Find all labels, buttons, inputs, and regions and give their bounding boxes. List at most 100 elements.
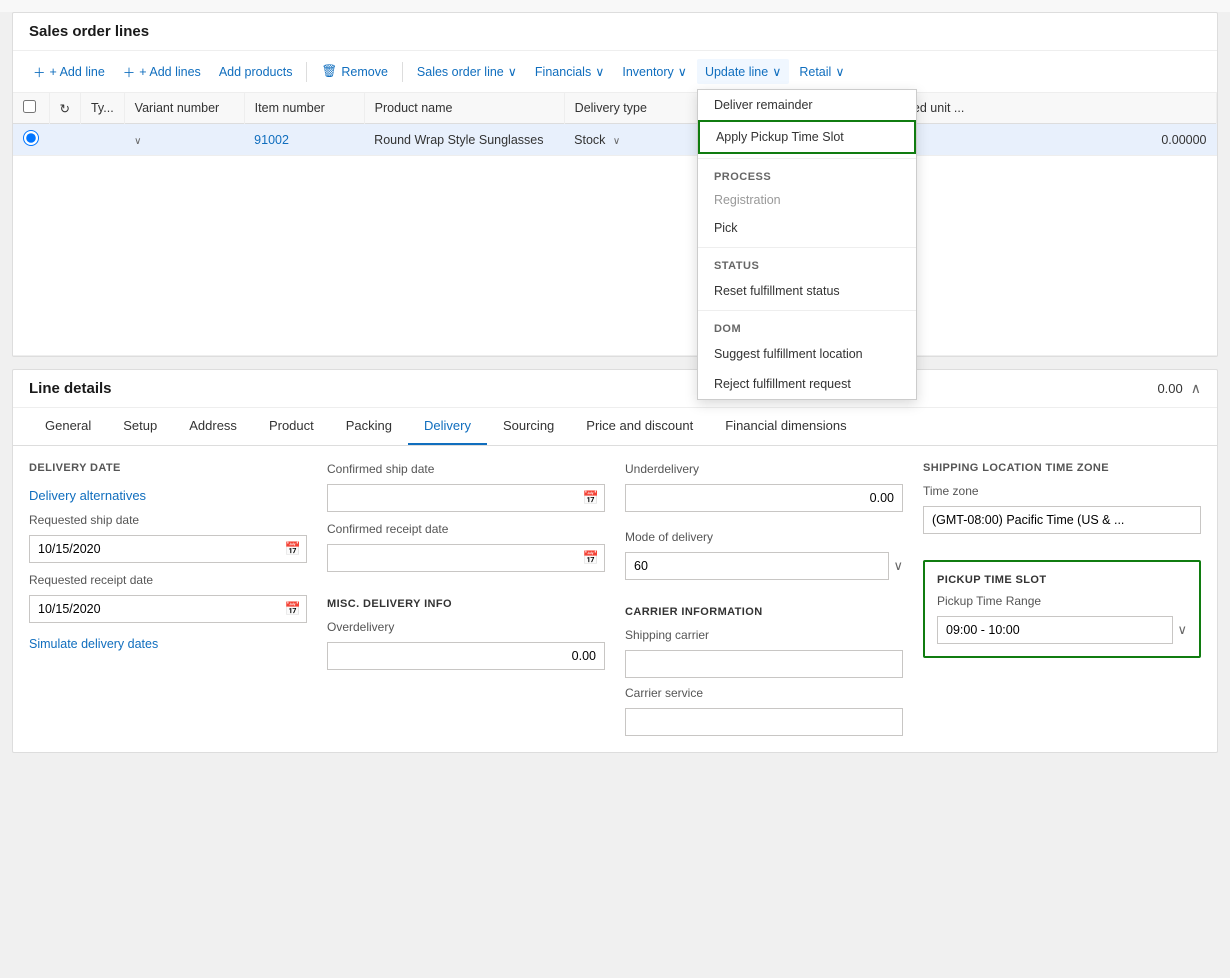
row-item-number: 91002 [244, 124, 364, 156]
tab-setup[interactable]: Setup [107, 408, 173, 445]
retail-button[interactable]: Retail ∨ [791, 59, 852, 84]
dropdown-divider-2 [698, 247, 916, 248]
overdelivery-input[interactable] [327, 642, 605, 670]
row-refresh [49, 124, 80, 156]
tab-price-discount[interactable]: Price and discount [570, 408, 709, 445]
simulate-delivery-dates-link[interactable]: Simulate delivery dates [29, 637, 307, 651]
update-line-wrapper: Update line ∨ Deliver remainder Apply Pi… [697, 59, 789, 84]
requested-ship-date-input[interactable] [29, 535, 307, 563]
remove-icon: 🗑 [321, 64, 337, 79]
delivery-alternatives-link[interactable]: Delivery alternatives [29, 488, 307, 503]
deliver-remainder-item[interactable]: Deliver remainder [698, 90, 916, 120]
shipping-carrier-input[interactable] [625, 650, 903, 678]
requested-receipt-date-field: 📅 [29, 595, 307, 623]
mode-of-delivery-chevron[interactable]: ∨ [893, 558, 903, 574]
tab-address[interactable]: Address [173, 408, 253, 445]
confirmed-receipt-date-input[interactable] [327, 544, 605, 572]
chevron-down-icon-3: ∨ [678, 64, 687, 79]
tab-delivery[interactable]: Delivery [408, 408, 487, 445]
reject-fulfillment-request-item[interactable]: Reject fulfillment request [698, 369, 916, 399]
underdelivery-field-group: Underdelivery [625, 462, 903, 512]
mode-of-delivery-label: Mode of delivery [625, 530, 903, 544]
toolbar-separator-2 [402, 62, 403, 82]
calendar-icon-2[interactable]: 📅 [285, 601, 301, 617]
header-item-number: Item number [244, 93, 364, 124]
row-type [80, 124, 124, 156]
order-lines-table-container: ↻ Ty... Variant number Item number Produ… [13, 93, 1217, 356]
tab-financial-dimensions[interactable]: Financial dimensions [709, 408, 862, 445]
add-lines-button[interactable]: ＋ + Add lines [115, 57, 209, 86]
refresh-icon[interactable]: ↻ [60, 102, 70, 116]
misc-delivery-title: MISC. DELIVERY INFO [327, 598, 605, 610]
select-all-checkbox[interactable] [23, 100, 36, 113]
requested-receipt-date-input[interactable] [29, 595, 307, 623]
confirmed-ship-date-input[interactable] [327, 484, 605, 512]
header-variant: Variant number [124, 93, 244, 124]
update-line-dropdown: Deliver remainder Apply Pickup Time Slot… [697, 89, 917, 400]
pickup-time-range-input[interactable] [937, 616, 1173, 644]
line-details-header: Line details 0.00 ∧ [13, 370, 1217, 408]
row-adjusted-unit: 0.00000 [868, 124, 1217, 156]
underdelivery-input[interactable] [625, 484, 903, 512]
update-line-button[interactable]: Update line ∨ [697, 59, 789, 84]
carrier-service-label: Carrier service [625, 686, 903, 700]
sales-order-lines-title: Sales order lines [29, 23, 149, 40]
tab-general[interactable]: General [29, 408, 107, 445]
carrier-info-group: CARRIER INFORMATION Shipping carrier Car… [625, 606, 903, 736]
suggest-fulfillment-location-item[interactable]: Suggest fulfillment location [698, 339, 916, 369]
tab-packing[interactable]: Packing [330, 408, 408, 445]
mode-of-delivery-group: Mode of delivery ∨ [625, 530, 903, 580]
pick-item[interactable]: Pick [698, 213, 916, 243]
variant-chevron[interactable]: ∨ [134, 136, 141, 147]
financials-button[interactable]: Financials ∨ [527, 59, 612, 84]
pickup-time-range-chevron[interactable]: ∨ [1177, 622, 1187, 638]
toolbar-separator-1 [306, 62, 307, 82]
row-product-name: Round Wrap Style Sunglasses [364, 124, 564, 156]
tab-sourcing[interactable]: Sourcing [487, 408, 570, 445]
chevron-down-icon: ∨ [508, 64, 517, 79]
shipping-timezone-group: SHIPPING LOCATION TIME ZONE Time zone [923, 462, 1201, 534]
table-row[interactable]: ∨ 91002 Round Wrap Style Sunglasses Stoc… [13, 124, 1217, 156]
remove-button[interactable]: 🗑 Remove [313, 59, 395, 84]
add-lines-icon: ＋ [123, 62, 136, 81]
confirmed-ship-date-group: Confirmed ship date 📅 [327, 462, 605, 512]
tab-product[interactable]: Product [253, 408, 330, 445]
header-refresh: ↻ [49, 93, 80, 124]
line-details-title: Line details [29, 380, 112, 397]
status-section-label: STATUS [698, 252, 916, 276]
mode-of-delivery-input[interactable] [625, 552, 889, 580]
delivery-date-group: DELIVERY DATE Delivery alternatives Requ… [29, 462, 307, 736]
pickup-time-range-label: Pickup Time Range [937, 594, 1187, 608]
requested-ship-date-group: Requested ship date 📅 [29, 513, 307, 563]
registration-item: Registration [698, 187, 916, 213]
row-variant: ∨ [124, 124, 244, 156]
collapse-button[interactable]: ∧ [1191, 380, 1201, 397]
confirmed-receipt-date-field: 📅 [327, 544, 605, 572]
underdelivery-label: Underdelivery [625, 462, 903, 476]
calendar-icon-1[interactable]: 📅 [285, 541, 301, 557]
timezone-pickup-group: SHIPPING LOCATION TIME ZONE Time zone PI… [923, 462, 1201, 736]
shipping-carrier-group: Shipping carrier [625, 628, 903, 678]
delivery-date-section-label: DELIVERY DATE [29, 462, 307, 474]
requested-receipt-date-label: Requested receipt date [29, 573, 307, 587]
carrier-service-group: Carrier service [625, 686, 903, 736]
order-lines-table: ↻ Ty... Variant number Item number Produ… [13, 93, 1217, 356]
inventory-button[interactable]: Inventory ∨ [614, 59, 695, 84]
add-products-button[interactable]: Add products [211, 60, 301, 84]
requested-ship-date-label: Requested ship date [29, 513, 307, 527]
delivery-type-chevron[interactable]: ∨ [613, 136, 620, 147]
pickup-time-range-group: Pickup Time Range ∨ [937, 594, 1187, 644]
line-details-tabs: General Setup Address Product Packing De… [13, 408, 1217, 446]
row-radio[interactable] [23, 130, 39, 146]
reset-fulfillment-status-item[interactable]: Reset fulfillment status [698, 276, 916, 306]
line-details-value: 0.00 [1157, 381, 1182, 396]
carrier-service-input[interactable] [625, 708, 903, 736]
sales-order-line-button[interactable]: Sales order line ∨ [409, 59, 525, 84]
apply-pickup-time-slot-item[interactable]: Apply Pickup Time Slot [698, 120, 916, 154]
requested-ship-date-field: 📅 [29, 535, 307, 563]
add-line-button[interactable]: ＋ + Add line [25, 57, 113, 86]
shipping-timezone-label: SHIPPING LOCATION TIME ZONE [923, 462, 1201, 474]
timezone-input[interactable] [923, 506, 1201, 534]
calendar-icon-3[interactable]: 📅 [583, 490, 599, 506]
calendar-icon-4[interactable]: 📅 [583, 550, 599, 566]
